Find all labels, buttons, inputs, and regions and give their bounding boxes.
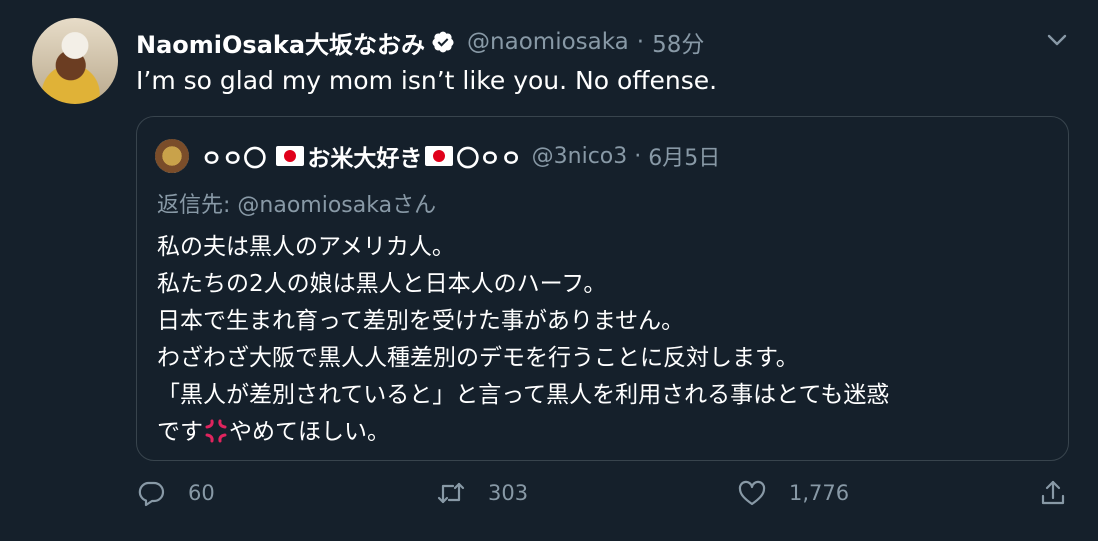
tweet-text: I’m so glad my mom isn’t like you. No of…: [136, 66, 718, 95]
quoted-author-name: ㅇㅇ〇 お米大好き 〇ㅇㅇ: [201, 139, 522, 173]
like-icon: [738, 480, 766, 506]
reply-mention: @naomiosaka: [237, 193, 393, 218]
last-line-start: です: [157, 419, 203, 445]
quoted-name-part1: ㅇㅇ〇: [201, 146, 267, 172]
quoted-tweet-text: 私の夫は黒人のアメリカ人。 私たちの2人の娘は黒人と日本人のハーフ。 日本で生ま…: [157, 229, 889, 451]
quoted-tweet-header: ㅇㅇ〇 お米大好き 〇ㅇㅇ @3nico3 · 6月5日: [155, 139, 720, 173]
tweet-actions: 60 303 1,776: [0, 478, 1098, 522]
quoted-name-part3: 〇ㅇㅇ: [456, 146, 522, 172]
reply-button[interactable]: 60: [136, 478, 215, 508]
quoted-text-line: 日本で生まれ育って差別を受けた事がありません。: [157, 308, 685, 334]
reply-count: 60: [188, 481, 215, 505]
tweet-time[interactable]: 58分: [652, 25, 704, 59]
quoted-text-last-line: です やめてほしい。: [157, 414, 889, 451]
like-count: 1,776: [789, 481, 850, 505]
retweet-icon: [437, 482, 465, 504]
share-button[interactable]: [1038, 478, 1090, 508]
author-name[interactable]: NaomiOsaka大坂なおみ: [136, 25, 425, 60]
separator-dot: ·: [636, 29, 645, 55]
reply-icon: [138, 481, 165, 507]
last-line-end: やめてほしい。: [229, 419, 390, 445]
quoted-author-avatar: [155, 139, 189, 173]
quoted-author-handle: @3nico3: [531, 143, 628, 169]
quoted-tweet[interactable]: ㅇㅇ〇 お米大好き 〇ㅇㅇ @3nico3 · 6月5日 返信先: @naomi…: [136, 116, 1069, 461]
retweet-button[interactable]: 303: [436, 478, 528, 508]
verified-icon: [431, 30, 455, 54]
retweet-count: 303: [488, 481, 529, 505]
flag-icon: [425, 146, 454, 166]
reply-prefix: 返信先:: [157, 193, 238, 218]
quoted-tweet-date: 6月5日: [648, 146, 721, 171]
author-handle[interactable]: @naomiosaka: [467, 29, 629, 55]
tweet[interactable]: NaomiOsaka大坂なおみ @naomiosaka · 58分 I’m so…: [0, 0, 1098, 541]
tweet-header: NaomiOsaka大坂なおみ @naomiosaka · 58分: [136, 24, 704, 60]
reply-suffix: さん: [392, 193, 437, 218]
quoted-text-line: 私たちの2人の娘は黒人と日本人のハーフ。: [157, 271, 607, 297]
share-icon: [1041, 480, 1065, 505]
like-button[interactable]: 1,776: [737, 478, 849, 508]
author-avatar[interactable]: [32, 18, 118, 104]
separator-dot: ·: [634, 143, 642, 169]
quoted-text-line: 「黒人が差別されていると」と言って黒人を利用される事はとても迷惑: [157, 382, 890, 408]
chevron-down-icon[interactable]: [1045, 30, 1069, 50]
reply-to-line: 返信先: @naomiosakaさん: [157, 187, 436, 219]
quoted-name-part2: お米大好き: [307, 146, 423, 172]
flag-icon: [276, 146, 305, 166]
quoted-text-line: わざわざ大阪で黒人人種差別のデモを行うことに反対します。: [157, 345, 799, 371]
quoted-text-line: 私の夫は黒人のアメリカ人。: [157, 234, 455, 260]
anger-symbol-icon: [203, 418, 229, 444]
